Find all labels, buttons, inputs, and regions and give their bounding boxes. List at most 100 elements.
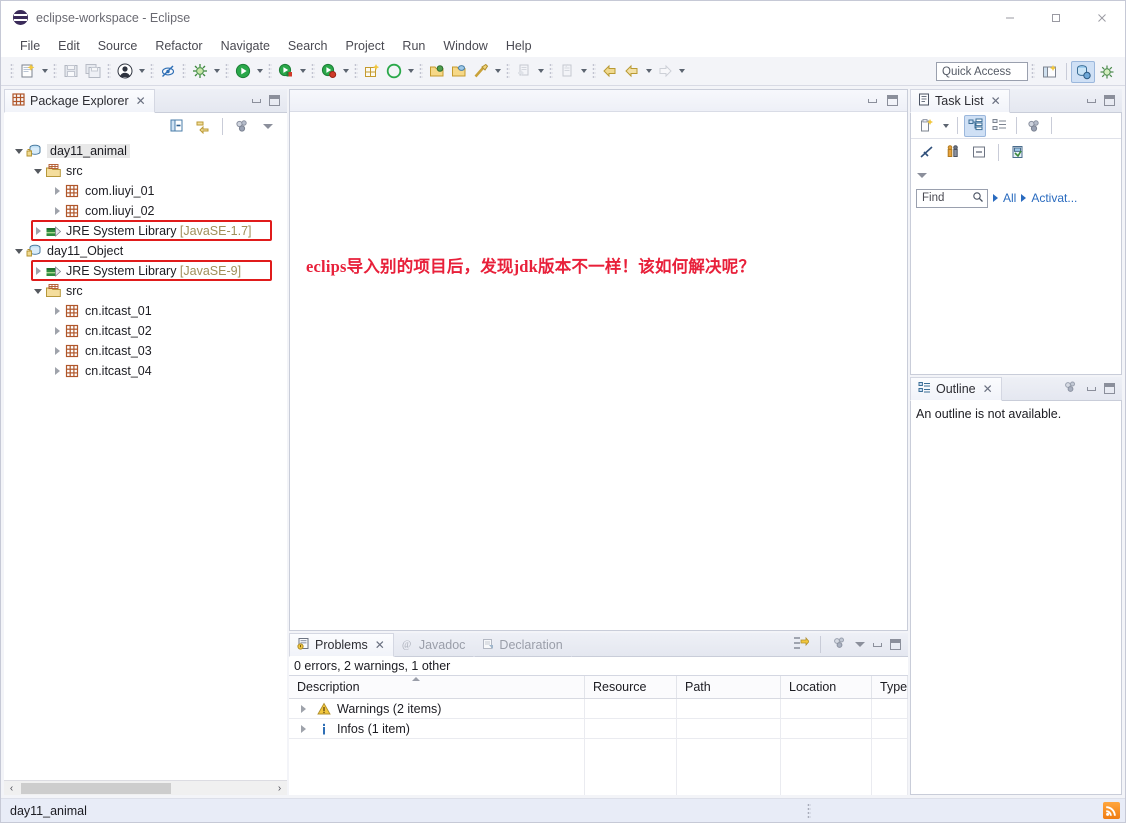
tree-item[interactable]: cn.itcast_03 — [4, 341, 287, 361]
package-explorer-tree[interactable]: day11_animal src com.liuyi_01 com.liuyi_02 J… — [4, 139, 287, 381]
minimize-icon[interactable] — [872, 639, 883, 650]
run-dropdown-icon[interactable] — [254, 60, 265, 82]
toolbar-grip[interactable] — [107, 62, 111, 80]
previous-annotation-dropdown-icon[interactable] — [578, 60, 589, 82]
tree-item[interactable]: src — [4, 161, 287, 181]
view-menu-icon[interactable] — [231, 115, 253, 137]
menu-refactor[interactable]: Refactor — [146, 37, 211, 55]
filter-activated-link[interactable]: Activat... — [1031, 191, 1077, 205]
chevron-down-icon[interactable] — [12, 249, 26, 254]
close-icon[interactable]: ✕ — [375, 638, 385, 652]
problems-table-rows[interactable]: Warnings (2 items) Infos (1 item) — [289, 699, 908, 795]
toolbar-grip[interactable] — [182, 62, 186, 80]
coverage-icon[interactable] — [275, 60, 297, 82]
close-icon[interactable]: ✕ — [983, 382, 993, 396]
tab-declaration[interactable]: Declaration — [474, 633, 572, 657]
minimize-icon[interactable] — [987, 1, 1033, 34]
view-dropdown-icon[interactable] — [855, 642, 865, 647]
filter-completed-icon[interactable] — [968, 141, 990, 163]
minimize-icon[interactable] — [1086, 383, 1097, 394]
tree-item[interactable]: JRE System Library [JavaSE-1.7] — [4, 221, 287, 241]
tab-outline[interactable]: Outline ✕ — [910, 377, 1002, 401]
table-row[interactable]: Infos (1 item) — [289, 719, 908, 739]
new-wizard-dropdown-icon[interactable] — [39, 60, 50, 82]
menu-project[interactable]: Project — [337, 37, 394, 55]
forward-icon[interactable] — [654, 60, 676, 82]
toolbar-grip[interactable] — [592, 62, 596, 80]
previous-annotation-icon[interactable] — [556, 60, 578, 82]
back-icon[interactable] — [599, 60, 621, 82]
chevron-right-icon[interactable] — [50, 207, 64, 215]
chevron-down-icon[interactable] — [12, 149, 26, 154]
view-menu-icon[interactable] — [832, 636, 848, 653]
menu-edit[interactable]: Edit — [49, 37, 89, 55]
tree-item[interactable]: day11_Object — [4, 241, 287, 261]
package-explorer-tree-container[interactable]: day11_animal src com.liuyi_01 com.liuyi_02 J… — [4, 139, 287, 780]
task-list-body[interactable] — [911, 211, 1121, 374]
tab-problems[interactable]: Problems ✕ — [289, 633, 394, 657]
java-perspective-icon[interactable] — [1071, 60, 1095, 83]
collapse-all-icon[interactable] — [166, 115, 188, 137]
rss-icon[interactable] — [1103, 802, 1120, 819]
person-icon[interactable] — [114, 60, 136, 82]
toggle-mark-occurrences-icon[interactable] — [157, 60, 179, 82]
new-java-project-dropdown-icon[interactable] — [405, 60, 416, 82]
maximize-icon[interactable] — [1033, 1, 1079, 34]
chevron-down-icon[interactable] — [31, 289, 45, 294]
toolbar-grip[interactable] — [1031, 63, 1035, 80]
new-java-project-icon[interactable] — [383, 60, 405, 82]
toolbar-grip[interactable] — [53, 62, 57, 80]
menu-source[interactable]: Source — [89, 37, 147, 55]
search-dropdown-icon[interactable] — [492, 60, 503, 82]
activate-task-icon[interactable] — [1007, 141, 1029, 163]
open-type-icon[interactable] — [426, 60, 448, 82]
view-dropdown-icon[interactable] — [257, 115, 279, 137]
chevron-right-icon[interactable] — [50, 367, 64, 375]
focus-on-selection-icon[interactable] — [793, 636, 810, 653]
toolbar-grip[interactable] — [419, 62, 423, 80]
editor-canvas[interactable]: eclips导入别的项目后，发现jdk版本不一样！该如何解决呢？ — [290, 112, 907, 630]
column-header[interactable]: Path — [677, 676, 781, 698]
external-tools-icon[interactable] — [318, 60, 340, 82]
menu-run[interactable]: Run — [393, 37, 434, 55]
tree-item[interactable]: com.liuyi_01 — [4, 181, 287, 201]
tab-task-list[interactable]: Task List ✕ — [910, 89, 1010, 113]
view-menu-icon[interactable] — [1063, 380, 1079, 397]
view-dropdown-icon[interactable] — [917, 172, 927, 178]
column-header[interactable]: Type — [872, 676, 908, 698]
back-dropdown-icon[interactable] — [643, 60, 654, 82]
debug-icon[interactable] — [189, 60, 211, 82]
menu-file[interactable]: File — [11, 37, 49, 55]
table-row[interactable]: Warnings (2 items) — [289, 699, 908, 719]
menu-search[interactable]: Search — [279, 37, 337, 55]
chevron-right-icon[interactable] — [31, 267, 45, 275]
quick-access-input[interactable]: Quick Access — [936, 62, 1028, 81]
chevron-right-icon[interactable] — [31, 227, 45, 235]
close-icon[interactable] — [1079, 1, 1125, 34]
tree-item[interactable]: cn.itcast_01 — [4, 301, 287, 321]
chevron-right-icon[interactable] — [50, 347, 64, 355]
next-annotation-dropdown-icon[interactable] — [535, 60, 546, 82]
tree-item[interactable]: day11_animal — [4, 141, 287, 161]
toolbar-grip[interactable] — [10, 62, 14, 80]
minimize-icon[interactable] — [867, 95, 878, 106]
scroll-left-icon[interactable]: ‹ — [4, 781, 19, 795]
menu-help[interactable]: Help — [497, 37, 541, 55]
toolbar-grip[interactable] — [150, 62, 154, 80]
chevron-down-icon[interactable] — [31, 169, 45, 174]
next-annotation-icon[interactable] — [513, 60, 535, 82]
forward-history-icon[interactable] — [621, 60, 643, 82]
tree-item[interactable]: cn.itcast_02 — [4, 321, 287, 341]
filter-all-link[interactable]: All — [1003, 191, 1016, 205]
chevron-right-icon[interactable] — [50, 327, 64, 335]
new-wizard-icon[interactable] — [17, 60, 39, 82]
link-with-editor-icon[interactable] — [192, 115, 214, 137]
forward-dropdown-icon[interactable] — [676, 60, 687, 82]
chevron-right-icon[interactable] — [295, 725, 311, 733]
column-header[interactable]: Resource — [585, 676, 677, 698]
new-task-icon[interactable] — [916, 115, 938, 137]
menu-navigate[interactable]: Navigate — [212, 37, 279, 55]
column-header[interactable]: Location — [781, 676, 872, 698]
maximize-icon[interactable] — [269, 95, 280, 106]
debug-perspective-icon[interactable] — [1095, 61, 1119, 83]
